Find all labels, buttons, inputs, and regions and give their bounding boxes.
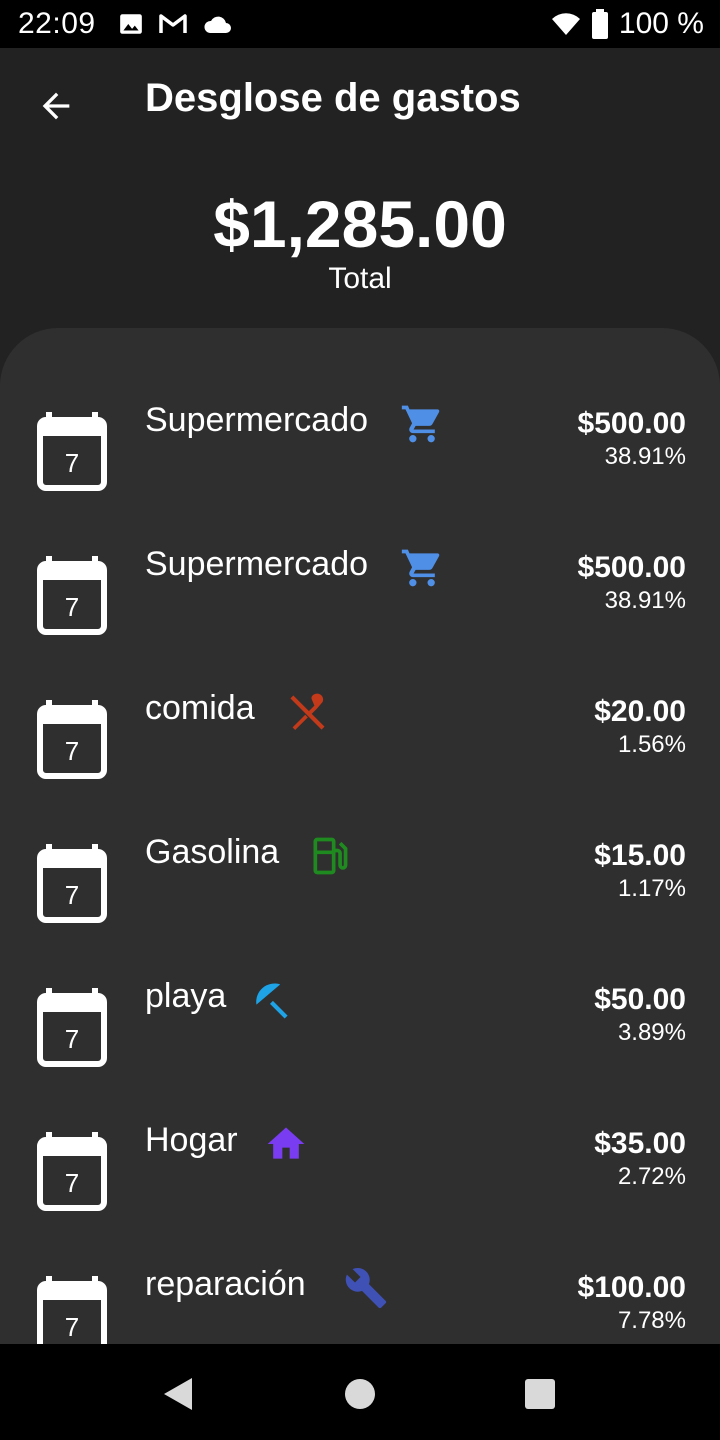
wifi-icon <box>551 13 580 35</box>
expense-percent: 2.72% <box>617 1163 686 1190</box>
calendar-icon: 7 <box>36 1276 108 1344</box>
calendar-icon: 7 <box>36 412 108 492</box>
expense-percent: 38.91% <box>604 587 686 614</box>
nav-back-icon[interactable] <box>156 1372 200 1416</box>
expense-name: playa <box>145 977 227 1015</box>
arrow-back-icon <box>42 92 70 120</box>
expense-percent: 38.91% <box>604 443 686 470</box>
expense-amount: $500.00 <box>577 551 686 584</box>
expense-amount: $20.00 <box>594 695 686 728</box>
calendar-day: 7 <box>64 736 80 766</box>
expense-list[interactable]: 7 Supermercado $500.00 38.91% 7 Supermer… <box>0 328 720 1344</box>
page-title: Desglose de gastos <box>145 76 521 120</box>
calendar-icon: 7 <box>36 556 108 636</box>
calendar-day: 7 <box>64 448 80 478</box>
expense-row[interactable]: 7 playa $50.00 3.89% <box>0 977 720 1132</box>
notification-icons <box>118 11 232 37</box>
cloud-icon <box>204 16 231 33</box>
image-icon <box>119 14 142 34</box>
expense-percent: 3.89% <box>617 1019 686 1046</box>
calendar-day: 7 <box>64 592 80 622</box>
back-button[interactable] <box>30 80 82 132</box>
shopping-cart-icon <box>401 549 440 587</box>
total-label: Total <box>328 262 392 295</box>
wrench-icon <box>345 1268 387 1309</box>
nav-home-icon[interactable] <box>338 1372 382 1416</box>
expense-name: Hogar <box>145 1121 238 1159</box>
expense-name: Supermercado <box>145 401 369 439</box>
expense-name: Supermercado <box>145 545 369 583</box>
expense-row[interactable]: 7 comida $20.00 1.56% <box>0 689 720 844</box>
expense-amount: $100.00 <box>577 1271 686 1304</box>
battery-percentage: 100 % <box>618 7 704 40</box>
total-amount: $1,285.00 <box>213 187 507 261</box>
calendar-icon: 7 <box>36 1132 108 1212</box>
expense-amount: $15.00 <box>594 839 686 872</box>
battery-icon <box>591 9 608 39</box>
calendar-day: 7 <box>64 1024 80 1054</box>
expense-row[interactable]: 7 Supermercado $500.00 38.91% <box>0 545 720 700</box>
restaurant-icon <box>290 693 325 730</box>
expense-row[interactable]: 7 Hogar $35.00 2.72% <box>0 1121 720 1276</box>
calendar-icon: 7 <box>36 700 108 780</box>
expense-percent: 1.56% <box>617 731 686 758</box>
expense-amount: $35.00 <box>594 1127 686 1160</box>
calendar-day: 7 <box>64 1312 80 1342</box>
expense-name: reparación <box>145 1265 306 1303</box>
expense-row[interactable]: 7 Supermercado $500.00 38.91% <box>0 401 720 556</box>
expense-row[interactable]: 7 reparación $100.00 7.78% <box>0 1265 720 1344</box>
status-right: 100 % <box>551 0 704 48</box>
beach-umbrella-icon <box>256 983 288 1019</box>
shopping-cart-icon <box>401 405 440 443</box>
app-bar: Desglose de gastos <box>0 48 720 160</box>
home-icon <box>267 1127 305 1159</box>
calendar-icon: 7 <box>36 844 108 924</box>
calendar-day: 7 <box>64 1168 80 1198</box>
expense-amount: $500.00 <box>577 407 686 440</box>
expense-name: Gasolina <box>145 833 280 871</box>
calendar-icon: 7 <box>36 988 108 1068</box>
status-time: 22:09 <box>18 7 96 40</box>
expense-row[interactable]: 7 Gasolina $15.00 1.17% <box>0 833 720 988</box>
nav-recents-icon[interactable] <box>518 1372 562 1416</box>
gmail-icon <box>158 14 187 33</box>
gas-station-icon <box>313 837 348 875</box>
navigation-bar <box>0 1344 720 1440</box>
calendar-day: 7 <box>64 880 80 910</box>
expense-name: comida <box>145 689 255 727</box>
expense-percent: 7.78% <box>617 1307 686 1334</box>
expense-percent: 1.17% <box>617 875 686 902</box>
status-bar: 22:09 100 % <box>0 0 720 48</box>
expense-amount: $50.00 <box>594 983 686 1016</box>
